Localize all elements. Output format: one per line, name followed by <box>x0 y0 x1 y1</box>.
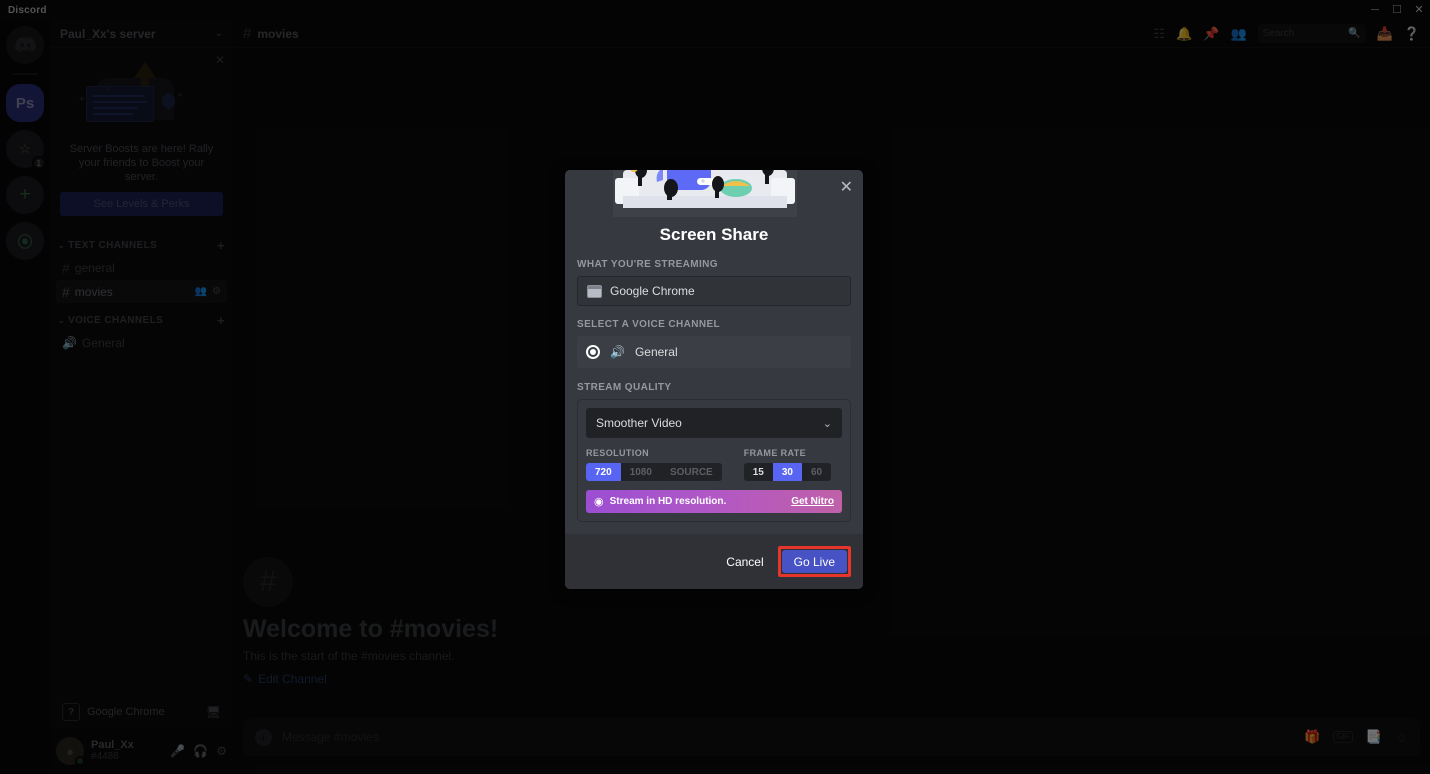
quality-section-label: STREAM QUALITY <box>577 382 672 393</box>
resolution-label: RESOLUTION <box>586 448 650 458</box>
framerate-label: FRAME RATE <box>743 448 807 458</box>
close-icon[interactable]: ✕ <box>840 180 853 196</box>
quality-preset-select[interactable]: Smoother Video ⌄ <box>586 408 842 438</box>
nitro-wheel-icon: ◉ <box>594 496 604 508</box>
quality-preset-value: Smoother Video <box>596 416 682 430</box>
radio-dot <box>590 349 596 355</box>
framerate-option-30[interactable]: 30 <box>772 463 802 481</box>
wumpus-couch-illustration <box>613 170 797 217</box>
chevron-down-icon: ⌄ <box>822 417 832 430</box>
nitro-text: Stream in HD resolution. <box>609 496 727 507</box>
golive-highlight-wrapper: Go Live <box>777 546 851 577</box>
streaming-source-value: Google Chrome <box>610 284 695 298</box>
resolution-option-1080[interactable]: 1080 <box>621 463 661 481</box>
voice-section-label: SELECT A VOICE CHANNEL <box>577 319 721 330</box>
radio-button[interactable] <box>586 345 600 359</box>
get-nitro-link[interactable]: Get Nitro <box>791 496 834 507</box>
modal-footer: Cancel Go Live <box>565 534 863 589</box>
resolution-group: RESOLUTION 720 1080 SOURCE <box>586 448 722 481</box>
streaming-source-select[interactable]: Google Chrome <box>577 276 851 306</box>
modal-title: Screen Share <box>659 225 769 244</box>
nitro-upsell-banner: ◉ Stream in HD resolution. Get Nitro <box>586 490 842 513</box>
modal-body: WHAT YOU'RE STREAMING Google Chrome SELE… <box>565 259 863 522</box>
framerate-option-60[interactable]: 60 <box>802 463 831 481</box>
quality-pill-rows: RESOLUTION 720 1080 SOURCE FRAME RATE 15… <box>586 448 842 481</box>
window-thumbnail-icon <box>587 284 602 298</box>
resolution-options: 720 1080 SOURCE <box>586 463 722 481</box>
screen-share-modal: ✕ Screen Share WHAT YOU'RE STREAMING Goo… <box>565 170 863 589</box>
speaker-icon: 🔊 <box>610 345 625 359</box>
stream-quality-card: Smoother Video ⌄ RESOLUTION 720 1080 SOU… <box>577 399 851 522</box>
framerate-options: 15 30 60 <box>743 463 832 481</box>
resolution-option-source[interactable]: SOURCE <box>661 463 722 481</box>
voice-channel-label: General <box>634 345 678 359</box>
streaming-section-label: WHAT YOU'RE STREAMING <box>577 259 718 270</box>
framerate-group: FRAME RATE 15 30 60 <box>743 448 832 481</box>
cancel-button[interactable]: Cancel <box>726 555 763 569</box>
modal-illustration <box>565 170 863 217</box>
go-live-button[interactable]: Go Live <box>781 550 847 573</box>
voice-channel-option-general[interactable]: 🔊 General <box>577 336 851 368</box>
framerate-option-15[interactable]: 15 <box>744 463 773 481</box>
resolution-option-720[interactable]: 720 <box>586 463 621 481</box>
discord-window: Discord ─ ☐ ✕ Ps ☆ 1 + ⦿ Paul_Xx' <box>0 0 1430 774</box>
